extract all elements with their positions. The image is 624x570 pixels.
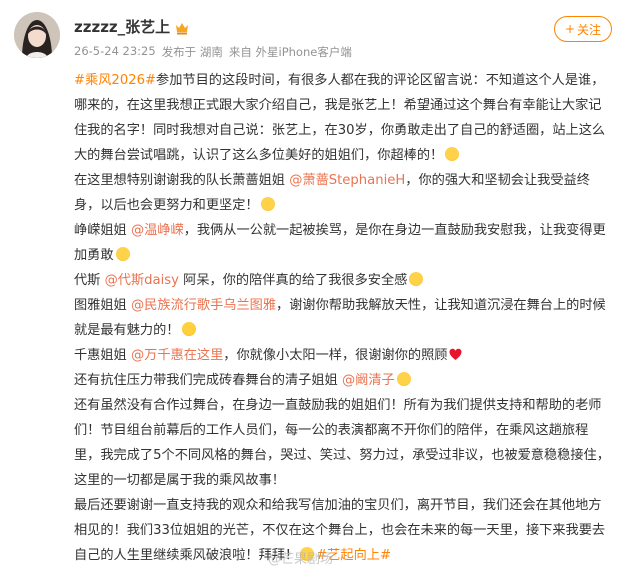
watermark: @芒果剧场 (268, 552, 334, 567)
follow-button[interactable]: + 关注 (554, 16, 612, 42)
hashtag-link[interactable]: #乘风2026# (74, 73, 156, 88)
pat-emoji-icon (409, 272, 424, 286)
paragraph-intro: #乘风2026#参加节目的这段时间，有很多人都在我的评论区留言说：不知道这个人是… (74, 73, 606, 163)
mention-link[interactable]: @萧蔷StephanieH (289, 173, 405, 188)
paragraph-daisy: 代斯 @代斯daisy 阿呆，你的陪伴真的给了我很多安全感 (74, 268, 614, 293)
post-time: 26-5-24 23:25 (74, 44, 156, 58)
pat-emoji-icon (396, 372, 411, 386)
paragraph-qingzi: 还有抗住压力带我们完成砖春舞台的清子姐姐 @阚清子 (74, 368, 614, 393)
mention-link[interactable]: @万千惠在这里 (131, 348, 223, 363)
plus-icon: + (564, 22, 576, 36)
blush-emoji-icon (445, 147, 460, 161)
post-device[interactable]: 来自 外星iPhone客户端 (229, 44, 352, 60)
mention-link[interactable]: @民族流行歌手乌兰图雅 (131, 298, 276, 313)
paragraph-thanks-all: 还有虽然没有合作过舞台，在身边一直鼓励我的姐姐们！所有为我们提供支持和帮助的老师… (74, 398, 610, 488)
paragraph-captain: 在这里想特别谢谢我的队长萧蔷姐姐 @萧蔷StephanieH，你的强大和坚韧会让… (74, 173, 590, 213)
username[interactable]: zzzzz_张艺上 (74, 16, 170, 37)
pat-emoji-icon (260, 197, 275, 211)
wow-emoji-icon (181, 322, 196, 336)
follow-label: 关注 (577, 22, 602, 37)
heart-emoji-icon (449, 345, 462, 360)
paragraph-tuya: 图雅姐姐 @民族流行歌手乌兰图雅，谢谢你帮助我解放天性，让我知道沉浸在舞台上的时… (74, 298, 606, 338)
post-location: 发布于 湖南 (161, 45, 223, 59)
pat-emoji-icon (115, 247, 130, 261)
mention-link[interactable]: @阚清子 (342, 373, 395, 388)
post-content: #乘风2026#参加节目的这段时间，有很多人都在我的评论区留言说：不知道这个人是… (74, 68, 614, 568)
paragraph-closing: 最后还要谢谢一直支持我的观众和给我写信加油的宝贝们，离开节目，我们还会在其他地方… (74, 498, 606, 563)
paragraph-qianhui: 千惠姐姐 @万千惠在这里，你就像小太阳一样，很谢谢你的照顾 (74, 343, 614, 368)
avatar-image (14, 12, 60, 58)
avatar[interactable] (14, 12, 60, 58)
mention-link[interactable]: @温峥嵘 (131, 223, 184, 238)
mention-link[interactable]: @代斯daisy (105, 273, 179, 288)
paragraph-zhengrong: 峥嵘姐姐 @温峥嵘，我俩从一公就一起被挨骂，是你在身边一直鼓励我安慰我，让我变得… (74, 223, 606, 263)
post-meta: 26-5-24 23:25 发布于 湖南 来自 外星iPhone客户端 (74, 44, 352, 60)
crown-icon (174, 20, 190, 34)
